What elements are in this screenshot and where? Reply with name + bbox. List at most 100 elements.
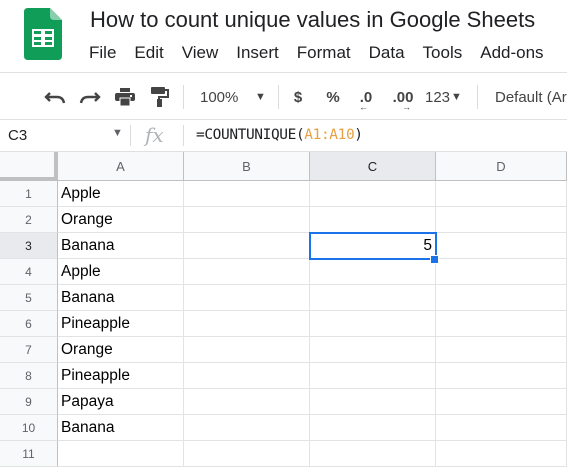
cell-a9[interactable]: Papaya [58, 389, 184, 415]
cell-d4[interactable] [436, 259, 567, 285]
menu-bar: File Edit View Insert Format Data Tools … [80, 41, 553, 65]
fx-icon: fx [145, 123, 164, 147]
cell-a8[interactable]: Pineapple [58, 363, 184, 389]
cell-c5[interactable] [310, 285, 436, 311]
cell-a3[interactable]: Banana [58, 233, 184, 259]
row-header-6[interactable]: 6 [0, 311, 58, 337]
menu-data[interactable]: Data [360, 41, 414, 65]
row-header-7[interactable]: 7 [0, 337, 58, 363]
row-header-11[interactable]: 11 [0, 441, 58, 467]
column-header-a[interactable]: A [58, 152, 184, 181]
cell-d6[interactable] [436, 311, 567, 337]
cell-b2[interactable] [184, 207, 310, 233]
zoom-select[interactable]: 100% ▼ [200, 87, 266, 107]
cell-c9[interactable] [310, 389, 436, 415]
spreadsheet-grid: A B C D 1 Apple 2 Orange 3 Banana 5 4 Ap… [0, 152, 567, 469]
cell-c7[interactable] [310, 337, 436, 363]
row-header-5[interactable]: 5 [0, 285, 58, 311]
cell-a10[interactable]: Banana [58, 415, 184, 441]
cell-d7[interactable] [436, 337, 567, 363]
row-header-10[interactable]: 10 [0, 415, 58, 441]
decrease-decimals-button[interactable]: .0 ← [355, 87, 377, 113]
more-formats-button[interactable]: 123 ▼ [425, 87, 465, 107]
cell-a6[interactable]: Pineapple [58, 311, 184, 337]
fill-handle[interactable] [430, 255, 439, 264]
cell-c11[interactable] [310, 441, 436, 467]
row-header-2[interactable]: 2 [0, 207, 58, 233]
cell-d9[interactable] [436, 389, 567, 415]
cell-c4[interactable] [310, 259, 436, 285]
redo-button[interactable] [78, 87, 102, 107]
row-header-8[interactable]: 8 [0, 363, 58, 389]
column-header-d[interactable]: D [436, 152, 567, 181]
row-header-9[interactable]: 9 [0, 389, 58, 415]
cell-b1[interactable] [184, 181, 310, 207]
undo-button[interactable] [43, 87, 67, 107]
formula-bar-separator [183, 125, 184, 146]
row-header-4[interactable]: 4 [0, 259, 58, 285]
cell-b7[interactable] [184, 337, 310, 363]
font-family-select[interactable]: Default (Ar [495, 87, 567, 107]
document-title[interactable]: How to count unique values in Google She… [90, 7, 535, 33]
cell-d10[interactable] [436, 415, 567, 441]
cell-c6[interactable] [310, 311, 436, 337]
cell-a11[interactable] [58, 441, 184, 467]
cell-b11[interactable] [184, 441, 310, 467]
cell-c10[interactable] [310, 415, 436, 441]
cell-c1[interactable] [310, 181, 436, 207]
formula-bar-separator [130, 125, 131, 146]
cell-d5[interactable] [436, 285, 567, 311]
cell-c2[interactable] [310, 207, 436, 233]
cell-b10[interactable] [184, 415, 310, 441]
row-header-1[interactable]: 1 [0, 181, 58, 207]
increase-decimals-button[interactable]: .00 → [389, 87, 417, 113]
menu-view[interactable]: View [173, 41, 228, 65]
cell-d2[interactable] [436, 207, 567, 233]
formula-input[interactable]: =COUNTUNIQUE(A1:A10) [196, 127, 363, 143]
cell-d11[interactable] [436, 441, 567, 467]
cell-a7[interactable]: Orange [58, 337, 184, 363]
column-header-c[interactable]: C [310, 152, 436, 181]
select-all-corner[interactable] [0, 152, 58, 181]
toolbar-separator [183, 85, 184, 109]
print-button[interactable] [113, 87, 137, 107]
google-sheets-logo-icon[interactable] [24, 8, 62, 60]
cell-d3[interactable] [436, 233, 567, 259]
cell-a2[interactable]: Orange [58, 207, 184, 233]
menu-insert[interactable]: Insert [227, 41, 288, 65]
cell-b5[interactable] [184, 285, 310, 311]
more-formats-label: 123 [425, 88, 451, 106]
cell-c3[interactable]: 5 [310, 233, 436, 259]
cell-a5[interactable]: Banana [58, 285, 184, 311]
name-box[interactable]: C3 [8, 127, 27, 144]
cell-b3[interactable] [184, 233, 310, 259]
row-header-3[interactable]: 3 [0, 233, 58, 259]
print-icon [115, 88, 135, 106]
menu-file[interactable]: File [80, 41, 125, 65]
more-formats-dropdown-icon: ▼ [451, 91, 462, 103]
cell-b9[interactable] [184, 389, 310, 415]
arrow-left-icon: ← [359, 102, 368, 112]
formula-function: =COUNTUNIQUE( [196, 127, 305, 143]
cell-b4[interactable] [184, 259, 310, 285]
paint-format-button[interactable] [148, 87, 172, 107]
formula-close-paren: ) [354, 127, 363, 143]
cell-d8[interactable] [436, 363, 567, 389]
cell-a1[interactable]: Apple [58, 181, 184, 207]
currency-format-button[interactable]: $ [290, 87, 306, 107]
cell-b6[interactable] [184, 311, 310, 337]
arrow-right-icon: → [402, 102, 411, 112]
cell-b8[interactable] [184, 363, 310, 389]
percent-format-button[interactable]: % [325, 87, 341, 107]
column-header-b[interactable]: B [184, 152, 310, 181]
cell-c8[interactable] [310, 363, 436, 389]
undo-icon [44, 92, 66, 104]
menu-add-ons[interactable]: Add-ons [471, 41, 552, 65]
menu-format[interactable]: Format [288, 41, 360, 65]
menu-edit[interactable]: Edit [125, 41, 172, 65]
cell-d1[interactable] [436, 181, 567, 207]
cell-a4[interactable]: Apple [58, 259, 184, 285]
menu-tools[interactable]: Tools [414, 41, 472, 65]
paint-format-icon [151, 87, 169, 107]
name-box-dropdown-icon[interactable]: ▼ [112, 127, 123, 139]
